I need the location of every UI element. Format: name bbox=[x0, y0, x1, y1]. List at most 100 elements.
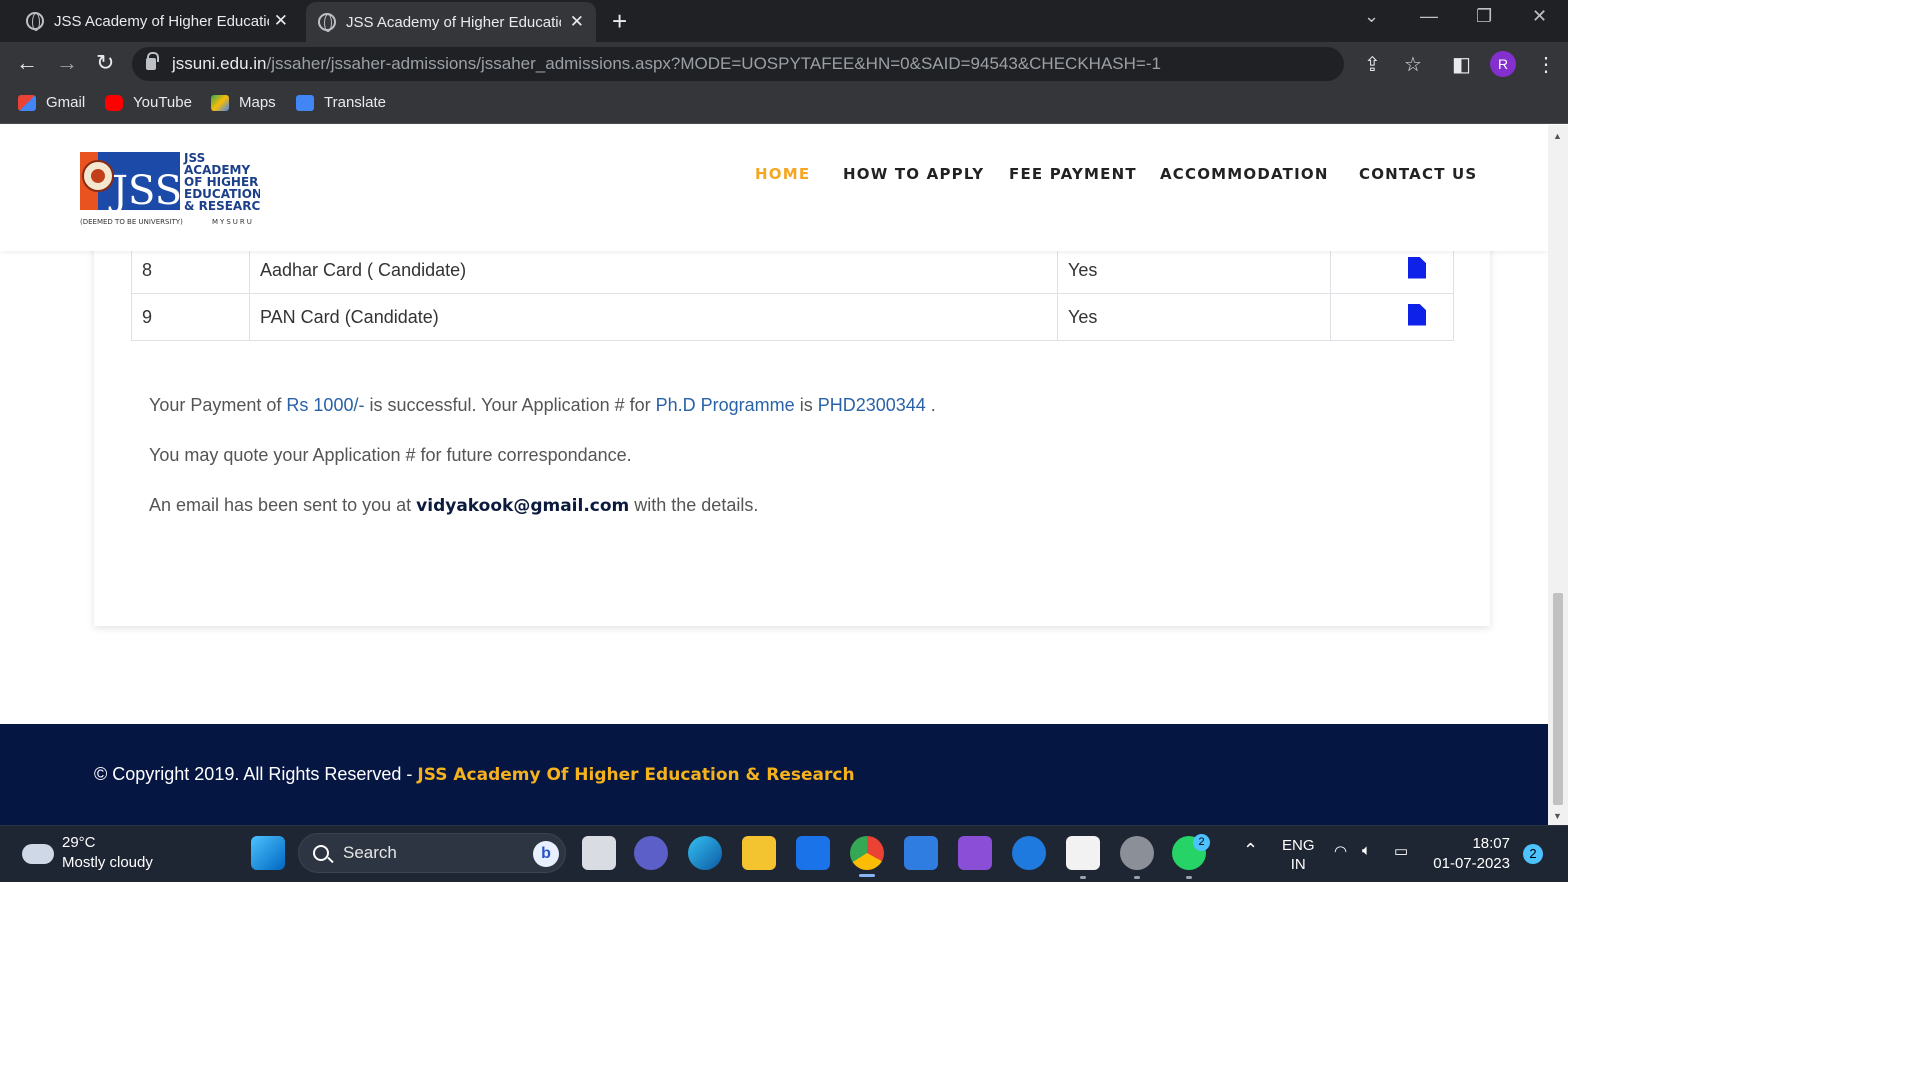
file-icon[interactable] bbox=[1408, 303, 1426, 326]
menu-kebab-icon[interactable]: ⋮ bbox=[1536, 52, 1556, 77]
document-status: Yes bbox=[1057, 293, 1331, 341]
programme-name: Ph.D Programme bbox=[655, 395, 795, 415]
volume-icon[interactable]: 🔈︎ bbox=[1362, 842, 1371, 859]
visual-studio-icon[interactable] bbox=[958, 836, 992, 870]
browser-tab-1[interactable]: JSS Academy of Higher Education & Resear… bbox=[14, 0, 300, 42]
svg-text:MYSURU: MYSURU bbox=[212, 218, 254, 226]
nav-how-to-apply[interactable]: HOW TO APPLY bbox=[843, 165, 984, 183]
file-icon[interactable] bbox=[1408, 256, 1426, 279]
nav-fee-payment[interactable]: FEE PAYMENT bbox=[1009, 165, 1137, 183]
chrome-icon[interactable] bbox=[850, 836, 884, 870]
payment-success-message: Your Payment of Rs 1000/- is successful.… bbox=[149, 395, 936, 415]
edge-icon[interactable] bbox=[688, 836, 722, 870]
weather-temperature: 29°C bbox=[62, 834, 96, 851]
youtube-icon bbox=[105, 94, 123, 111]
translate-icon bbox=[296, 94, 314, 111]
close-window-icon[interactable]: ✕ bbox=[1532, 6, 1547, 27]
nav-contact-us[interactable]: CONTACT US bbox=[1359, 165, 1477, 183]
close-tab-icon[interactable]: ✕ bbox=[274, 11, 288, 31]
running-indicator bbox=[1080, 876, 1086, 879]
address-toolbar: ← → ↻ jssuni.edu.in/jssaher/jssaher-admi… bbox=[0, 42, 1568, 86]
table-row: 9 PAN Card (Candidate) Yes bbox=[131, 293, 1454, 341]
running-indicator bbox=[1186, 876, 1192, 879]
tab-title: JSS Academy of Higher Education & Resear… bbox=[346, 13, 561, 31]
clock[interactable]: 18:07 01-07-2023 bbox=[1430, 834, 1510, 874]
tab-title: JSS Academy of Higher Education & Resear… bbox=[54, 12, 269, 30]
whatsapp-badge: 2 bbox=[1193, 834, 1210, 851]
url-text[interactable]: jssuni.edu.in/jssaher/jssaher-admissions… bbox=[172, 54, 1161, 74]
bookmark-star-icon[interactable]: ☆ bbox=[1404, 52, 1422, 77]
document-name: PAN Card (Candidate) bbox=[249, 293, 1058, 341]
svg-text:JSS: JSS bbox=[108, 168, 182, 214]
bookmark-gmail[interactable]: Gmail bbox=[18, 94, 85, 111]
bookmark-maps[interactable]: Maps bbox=[211, 94, 276, 111]
share-icon[interactable]: ⇪ bbox=[1364, 52, 1381, 77]
restore-icon[interactable]: ❐ bbox=[1476, 6, 1492, 27]
globe-icon bbox=[26, 12, 44, 31]
lang-code: ENG bbox=[1282, 837, 1315, 854]
search-icon bbox=[313, 845, 329, 861]
task-view-icon[interactable] bbox=[582, 836, 616, 870]
page-viewport[interactable]: 8 Aadhar Card ( Candidate) Yes 9 PAN Car… bbox=[0, 125, 1548, 825]
document-view-cell[interactable] bbox=[1330, 246, 1454, 294]
active-app-indicator bbox=[859, 874, 875, 877]
help-icon[interactable] bbox=[1012, 836, 1046, 870]
scroll-thumb[interactable] bbox=[1553, 593, 1563, 805]
globe-icon bbox=[318, 13, 336, 32]
nav-home[interactable]: HOME bbox=[755, 165, 810, 183]
bookmarks-bar: Gmail YouTube Maps Translate bbox=[0, 86, 1568, 124]
close-tab-icon[interactable]: ✕ bbox=[570, 12, 584, 32]
new-tab-button[interactable]: + bbox=[612, 6, 627, 37]
browser-tab-2[interactable]: JSS Academy of Higher Education & Resear… bbox=[306, 2, 596, 42]
document-name: Aadhar Card ( Candidate) bbox=[249, 246, 1058, 294]
language-indicator[interactable]: ENG IN bbox=[1282, 836, 1315, 874]
minimize-icon[interactable]: — bbox=[1420, 6, 1438, 27]
documents-table: 8 Aadhar Card ( Candidate) Yes 9 PAN Car… bbox=[131, 246, 1454, 341]
battery-icon[interactable]: ▭ bbox=[1394, 842, 1408, 860]
notification-badge[interactable]: 2 bbox=[1523, 844, 1543, 864]
address-bar[interactable]: jssuni.edu.in/jssaher/jssaher-admissions… bbox=[132, 47, 1344, 81]
lock-icon[interactable] bbox=[146, 52, 159, 70]
application-number: PHD2300344 bbox=[817, 395, 926, 415]
page-scrollbar[interactable]: ▲ ▼ bbox=[1548, 125, 1568, 825]
taskbar-search[interactable]: Search b bbox=[298, 833, 566, 873]
email-sent-message: An email has been sent to you at vidyako… bbox=[149, 495, 759, 516]
bookmark-youtube[interactable]: YouTube bbox=[105, 94, 192, 111]
footer-brand-link[interactable]: JSS Academy Of Higher Education & Resear… bbox=[417, 765, 854, 785]
forward-icon[interactable]: → bbox=[56, 50, 78, 76]
nav-accommodation[interactable]: ACCOMMODATION bbox=[1160, 165, 1329, 183]
tab-search-icon[interactable]: ⌄ bbox=[1364, 6, 1379, 27]
settings-gear-icon[interactable] bbox=[1120, 836, 1154, 870]
show-hidden-icons-chevron-icon[interactable]: ⌃ bbox=[1243, 840, 1258, 861]
profile-avatar[interactable]: R bbox=[1490, 51, 1516, 77]
table-row: 8 Aadhar Card ( Candidate) Yes bbox=[131, 246, 1454, 294]
row-number: 9 bbox=[131, 293, 250, 341]
maps-icon bbox=[211, 94, 229, 111]
myhp-icon[interactable] bbox=[796, 836, 830, 870]
teams-chat-icon[interactable] bbox=[634, 836, 668, 870]
bing-icon[interactable]: b bbox=[533, 841, 559, 867]
running-indicator bbox=[1134, 876, 1140, 879]
side-panel-icon[interactable]: ◧ bbox=[1452, 52, 1471, 77]
payment-amount: Rs 1000/- bbox=[286, 395, 365, 415]
quote-application-message: You may quote your Application # for fut… bbox=[149, 445, 632, 465]
row-number: 8 bbox=[131, 246, 250, 294]
back-icon[interactable]: ← bbox=[16, 50, 38, 76]
jss-logo[interactable]: JSS JSS ACADEMY OF HIGHER EDUCATION & RE… bbox=[80, 150, 260, 228]
scroll-down-arrow-icon[interactable]: ▼ bbox=[1553, 811, 1562, 821]
reload-icon[interactable]: ↻ bbox=[96, 50, 114, 76]
todo-icon[interactable] bbox=[904, 836, 938, 870]
scroll-up-arrow-icon[interactable]: ▲ bbox=[1553, 131, 1562, 141]
clock-date: 01-07-2023 bbox=[1433, 855, 1510, 872]
search-label: Search bbox=[343, 843, 397, 862]
bookmark-translate[interactable]: Translate bbox=[296, 94, 386, 111]
browser-tab-bar: JSS Academy of Higher Education & Resear… bbox=[0, 0, 1568, 42]
store-icon[interactable] bbox=[1066, 836, 1100, 870]
document-view-cell[interactable] bbox=[1330, 293, 1454, 341]
svg-text:& RESEARCH: & RESEARCH bbox=[184, 199, 260, 213]
start-windows-icon[interactable] bbox=[251, 836, 285, 870]
document-status: Yes bbox=[1057, 246, 1331, 294]
file-explorer-icon[interactable] bbox=[742, 836, 776, 870]
wifi-icon[interactable]: ◠ bbox=[1334, 842, 1347, 860]
email-address: vidyakook@gmail.com bbox=[416, 496, 630, 516]
